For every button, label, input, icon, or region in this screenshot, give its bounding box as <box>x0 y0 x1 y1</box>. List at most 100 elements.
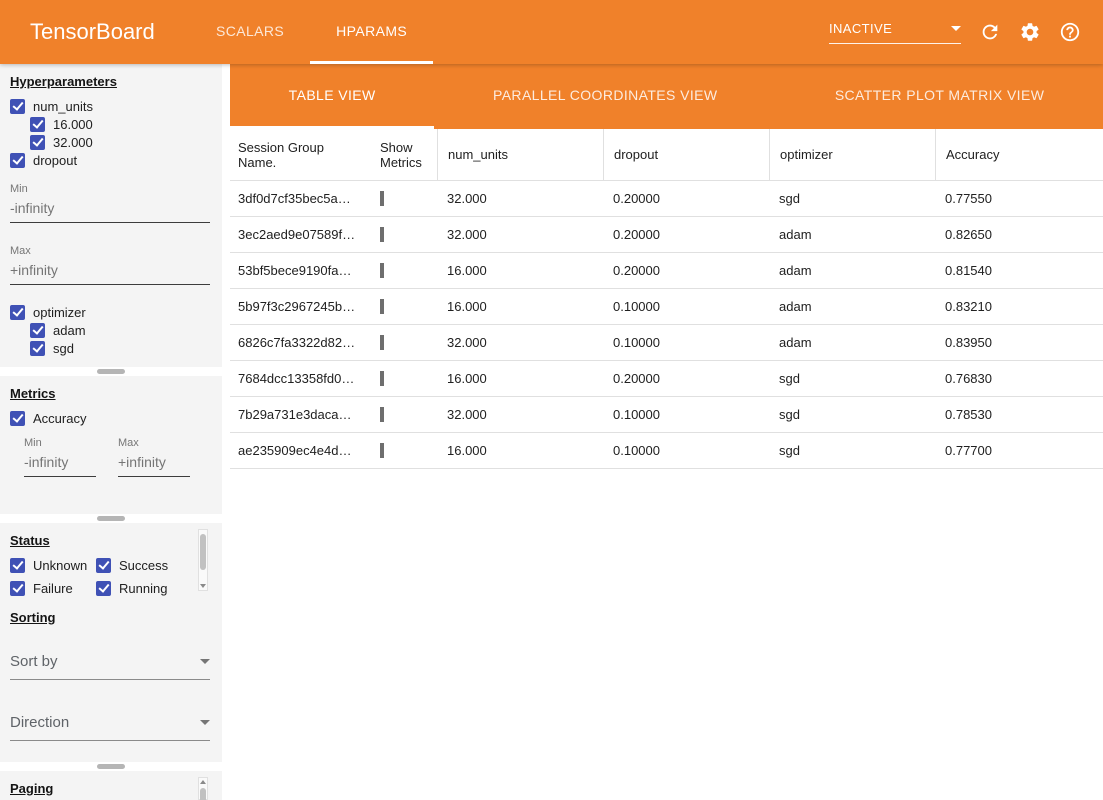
direction-select[interactable]: Direction <box>10 708 210 741</box>
status-checkbox-unknown[interactable]: Unknown <box>10 556 96 574</box>
hparam-value-checkbox-16[interactable]: 16.000 <box>10 115 212 133</box>
metric-max-input[interactable] <box>118 449 190 477</box>
show-metrics-cell <box>370 263 437 278</box>
table-row: 6826c7fa3322d82… 32.000 0.10000 adam 0.8… <box>230 325 1103 361</box>
show-metrics-checkbox[interactable] <box>380 227 384 242</box>
table-header: Session Group Name. Show Metrics num_uni… <box>230 129 1103 181</box>
show-metrics-checkbox[interactable] <box>380 407 384 422</box>
chevron-down-icon <box>200 720 210 725</box>
paging-scrollbar[interactable] <box>198 777 208 800</box>
column-header-show-metrics: Show Metrics <box>370 129 437 180</box>
hparam-checkbox-dropout[interactable]: dropout <box>10 151 212 169</box>
show-metrics-cell <box>370 299 437 314</box>
metric-min-label: Min <box>24 437 96 449</box>
show-metrics-checkbox[interactable] <box>380 443 384 458</box>
tab-scalars[interactable]: SCALARS <box>190 0 310 64</box>
table-row: 7b29a731e3daca… 32.000 0.10000 sgd 0.785… <box>230 397 1103 433</box>
checkbox-label: sgd <box>53 341 74 356</box>
status-checkbox-success[interactable]: Success <box>96 556 212 574</box>
metrics-pane: Metrics Accuracy Min Max <box>0 376 222 514</box>
status-scrollbar[interactable] <box>198 529 208 591</box>
hparam-checkbox-optimizer[interactable]: optimizer <box>10 303 212 321</box>
accuracy-cell: 0.82650 <box>935 227 1103 242</box>
tab-table-view[interactable]: TABLE VIEW <box>230 64 434 129</box>
checkbox-label: dropout <box>33 153 77 168</box>
toolbar-actions: INACTIVE <box>829 0 1103 64</box>
app-title: TensorBoard <box>0 19 190 45</box>
checkbox-checked-icon <box>10 153 25 168</box>
optimizer-cell: sgd <box>769 191 935 206</box>
metric-checkbox-accuracy[interactable]: Accuracy <box>10 409 212 427</box>
optimizer-value-checkbox-adam[interactable]: adam <box>10 321 212 339</box>
hparam-checkbox-num-units[interactable]: num_units <box>10 97 212 115</box>
accuracy-cell: 0.78530 <box>935 407 1103 422</box>
optimizer-cell: adam <box>769 263 935 278</box>
help-icon <box>1059 21 1081 43</box>
direction-value: Direction <box>10 714 69 731</box>
chevron-down-icon <box>200 659 210 664</box>
refresh-button[interactable] <box>979 21 1001 43</box>
pane-gap <box>0 762 222 771</box>
show-metrics-checkbox[interactable] <box>380 371 384 386</box>
main-content: TABLE VIEW PARALLEL COORDINATES VIEW SCA… <box>230 64 1103 800</box>
show-metrics-checkbox[interactable] <box>380 191 384 206</box>
tab-scatter-plot-matrix-view[interactable]: SCATTER PLOT MATRIX VIEW <box>776 64 1103 129</box>
tab-parallel-coordinates-view[interactable]: PARALLEL COORDINATES VIEW <box>434 64 776 129</box>
sort-by-select[interactable]: Sort by <box>10 647 210 680</box>
dropout-max-label: Max <box>10 245 212 257</box>
status-checkbox-failure[interactable]: Failure <box>10 579 96 597</box>
session-groups-table: Session Group Name. Show Metrics num_uni… <box>230 129 1103 469</box>
optimizer-cell: sgd <box>769 371 935 386</box>
settings-button[interactable] <box>1019 21 1041 43</box>
scroll-up-icon[interactable] <box>200 780 206 784</box>
optimizer-value-checkbox-sgd[interactable]: sgd <box>10 339 212 357</box>
session-group-name-cell: 6826c7fa3322d82… <box>230 335 370 350</box>
num-units-cell: 16.000 <box>437 299 603 314</box>
checkbox-checked-icon <box>30 135 45 150</box>
dropout-max-input[interactable] <box>10 257 210 285</box>
show-metrics-checkbox[interactable] <box>380 335 384 350</box>
metric-min-input[interactable] <box>24 449 96 477</box>
dropout-cell: 0.10000 <box>603 335 769 350</box>
table-row: 3df0d7cf35bec5a… 32.000 0.20000 sgd 0.77… <box>230 181 1103 217</box>
table-row: 7684dcc13358fd0… 16.000 0.20000 sgd 0.76… <box>230 361 1103 397</box>
checkbox-checked-icon <box>10 411 25 426</box>
checkbox-label: Unknown <box>33 558 87 573</box>
num-units-cell: 16.000 <box>437 371 603 386</box>
paging-heading: Paging <box>10 781 212 796</box>
metrics-heading: Metrics <box>10 386 212 401</box>
checkbox-label: Running <box>119 581 167 596</box>
sidebar: Hyperparameters num_units 16.000 32.000 … <box>0 64 222 800</box>
pane-resize-handle[interactable] <box>97 369 125 374</box>
column-header-optimizer: optimizer <box>769 129 935 180</box>
status-checkbox-running[interactable]: Running <box>96 579 212 597</box>
scrollbar-thumb[interactable] <box>200 788 206 800</box>
column-header-dropout: dropout <box>603 129 769 180</box>
checkbox-label: 32.000 <box>53 135 93 150</box>
sorting-heading: Sorting <box>10 610 212 625</box>
table-row: ae235909ec4e4d… 16.000 0.10000 sgd 0.777… <box>230 433 1103 469</box>
view-tabs: TABLE VIEW PARALLEL COORDINATES VIEW SCA… <box>230 64 1103 129</box>
show-metrics-checkbox[interactable] <box>380 263 384 278</box>
optimizer-cell: adam <box>769 227 935 242</box>
show-metrics-cell <box>370 443 437 458</box>
dropout-min-input[interactable] <box>10 195 210 223</box>
hparam-value-checkbox-32[interactable]: 32.000 <box>10 133 212 151</box>
tab-hparams[interactable]: HPARAMS <box>310 0 433 64</box>
table-row: 3ec2aed9e07589f… 32.000 0.20000 adam 0.8… <box>230 217 1103 253</box>
checkbox-checked-icon <box>10 558 25 573</box>
pane-resize-handle[interactable] <box>97 516 125 521</box>
scrollbar-thumb[interactable] <box>200 534 206 570</box>
table-row: 53bf5bece9190fa… 16.000 0.20000 adam 0.8… <box>230 253 1103 289</box>
accuracy-cell: 0.77700 <box>935 443 1103 458</box>
status-heading: Status <box>10 533 212 548</box>
session-group-name-cell: 5b97f3c2967245b… <box>230 299 370 314</box>
reload-status-select[interactable]: INACTIVE <box>829 21 961 44</box>
checkbox-checked-icon <box>10 305 25 320</box>
scroll-down-icon[interactable] <box>200 584 206 588</box>
help-button[interactable] <box>1059 21 1081 43</box>
show-metrics-checkbox[interactable] <box>380 299 384 314</box>
session-group-name-cell: 3df0d7cf35bec5a… <box>230 191 370 206</box>
optimizer-cell: sgd <box>769 407 935 422</box>
pane-resize-handle[interactable] <box>97 764 125 769</box>
